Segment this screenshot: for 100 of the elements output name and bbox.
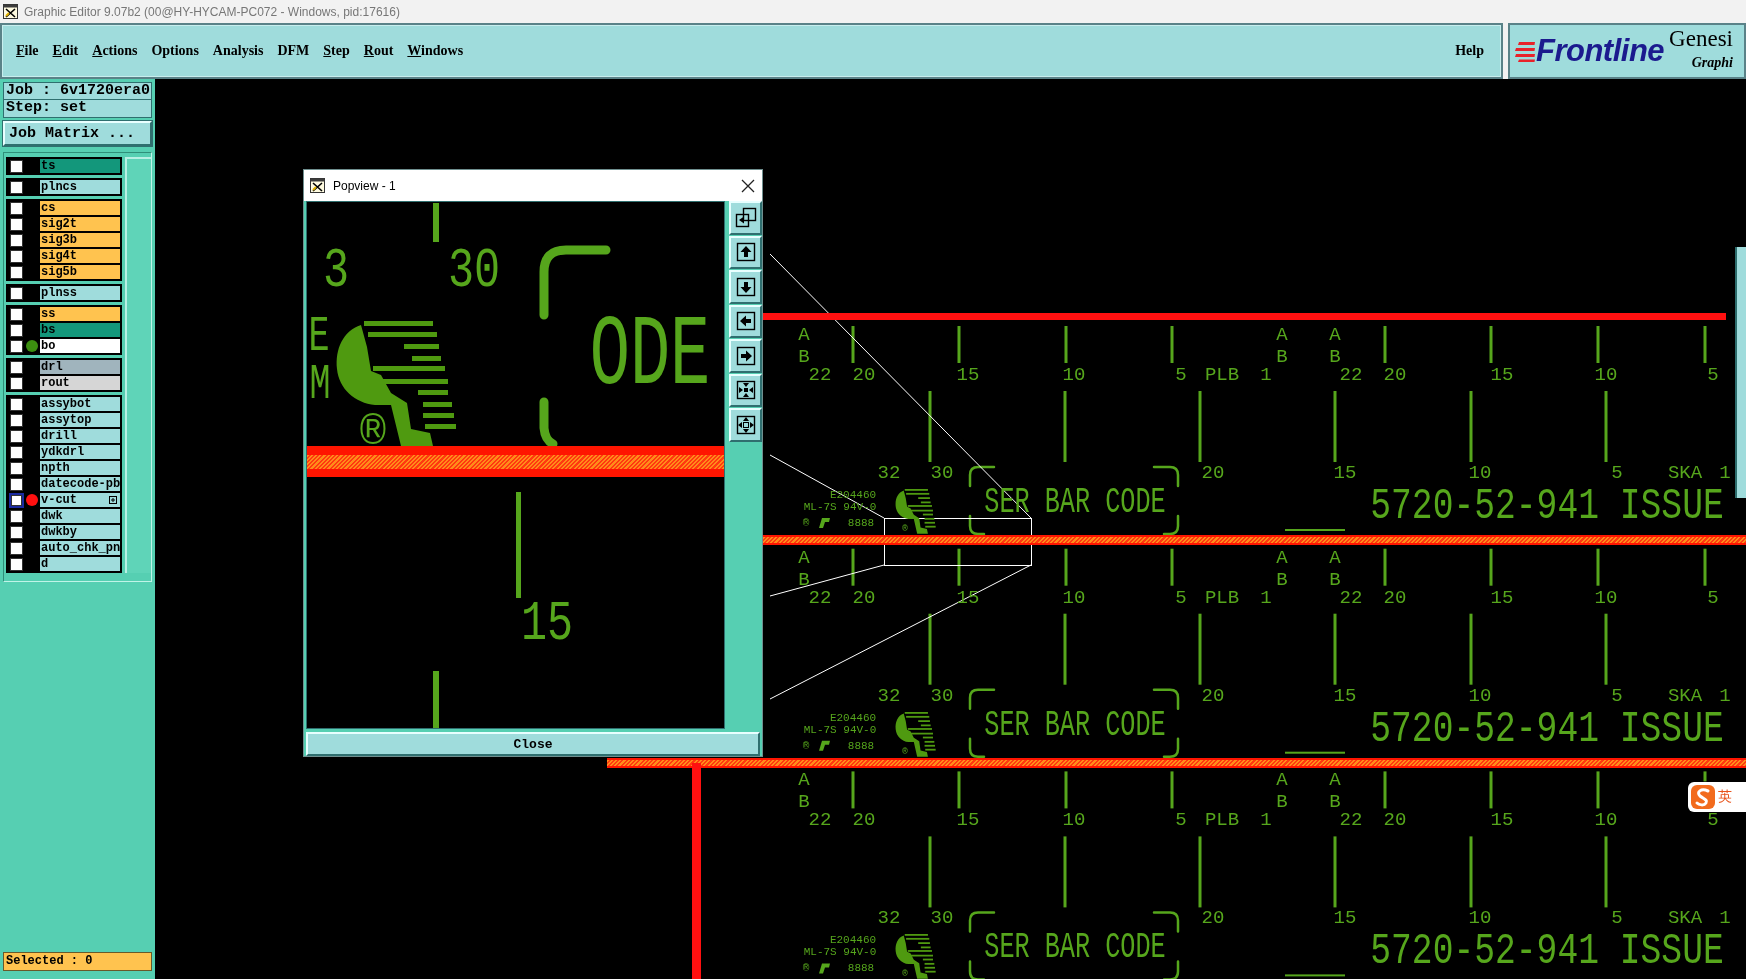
layer-checkbox[interactable] bbox=[9, 525, 23, 539]
layer-checkbox[interactable] bbox=[9, 307, 23, 321]
layer-item[interactable]: d bbox=[40, 557, 121, 571]
layer-checkbox[interactable] bbox=[9, 201, 23, 215]
scale-label: PLB bbox=[1204, 813, 1240, 828]
layer-checkbox[interactable] bbox=[9, 445, 23, 459]
layer-checkbox[interactable] bbox=[9, 159, 23, 173]
marking-text: ML-7S 94V-0 bbox=[803, 948, 877, 957]
scale-label: 30 bbox=[930, 911, 954, 926]
close-button[interactable] bbox=[740, 177, 756, 194]
striped-emblem-icon bbox=[895, 934, 936, 979]
scale-tick bbox=[957, 548, 961, 586]
brand-logo: Frontline bbox=[1536, 33, 1665, 69]
layer-item[interactable]: sig5b bbox=[40, 265, 121, 279]
layer-checkbox[interactable] bbox=[9, 397, 23, 411]
layer-item[interactable]: v-cut bbox=[40, 493, 121, 507]
layer-item[interactable]: sig3b bbox=[40, 233, 121, 247]
layer-checkbox[interactable] bbox=[9, 265, 23, 279]
layer-item[interactable]: dwk bbox=[40, 509, 121, 523]
menu-item[interactable]: Windows bbox=[400, 41, 471, 61]
layer-checkbox[interactable] bbox=[9, 217, 23, 231]
tool-button[interactable] bbox=[729, 270, 762, 304]
scrollbar-track[interactable] bbox=[125, 157, 151, 573]
menu-item[interactable]: Step bbox=[316, 41, 357, 61]
layer-item[interactable]: sig4t bbox=[40, 249, 121, 263]
plus-square-icon[interactable] bbox=[109, 496, 118, 504]
layer-item[interactable]: ydkdrl bbox=[40, 445, 121, 459]
tool-button[interactable] bbox=[729, 408, 762, 442]
layer-item[interactable]: bs bbox=[40, 323, 121, 337]
scale-label: 1 bbox=[1719, 688, 1731, 703]
menu-item[interactable]: Options bbox=[144, 41, 206, 61]
layer-checkbox[interactable] bbox=[9, 233, 23, 247]
small-logo-icon bbox=[819, 518, 830, 528]
menu-item[interactable]: DFM bbox=[270, 41, 317, 61]
scale-label: 15 bbox=[1490, 367, 1514, 383]
menu-item[interactable]: Analysis bbox=[205, 41, 271, 61]
scale-tick bbox=[1170, 548, 1174, 586]
layer-item[interactable]: datecode-pb bbox=[40, 477, 121, 491]
layer-item[interactable]: rout bbox=[40, 376, 121, 390]
close-button[interactable]: Close bbox=[306, 732, 760, 756]
scale-label: 5 bbox=[1175, 367, 1187, 383]
layer-checkbox[interactable] bbox=[9, 376, 23, 390]
layer-checkbox[interactable] bbox=[9, 477, 23, 491]
menu-item[interactable]: Rout bbox=[356, 41, 401, 61]
tool-button[interactable] bbox=[729, 235, 762, 269]
tool-button[interactable] bbox=[729, 339, 762, 373]
scale-label: 30 bbox=[930, 688, 954, 703]
ime-status-pill[interactable]: 英 bbox=[1688, 782, 1746, 812]
layer-item[interactable]: cs bbox=[40, 201, 121, 215]
layer-item[interactable]: assytop bbox=[40, 413, 121, 427]
scale-label: 32 bbox=[877, 911, 901, 926]
scale-label: 1 bbox=[1260, 367, 1272, 383]
scale-label: 22 bbox=[808, 367, 832, 383]
menu-item[interactable]: Edit bbox=[45, 41, 86, 61]
layer-checkbox[interactable] bbox=[9, 461, 23, 475]
scale-label: 20 bbox=[1383, 590, 1407, 605]
scale-label: 20 bbox=[1383, 813, 1407, 828]
layer-checkbox[interactable] bbox=[9, 286, 23, 300]
layer-checkbox[interactable] bbox=[9, 429, 23, 443]
scale-tick bbox=[928, 391, 932, 462]
scale-label: 15 bbox=[520, 604, 574, 646]
menu-item[interactable]: File bbox=[9, 41, 46, 61]
layer-item[interactable]: sig2t bbox=[40, 217, 121, 231]
layer-checkbox[interactable] bbox=[9, 180, 23, 194]
layer-item[interactable]: ss bbox=[40, 307, 121, 321]
tool-button[interactable] bbox=[729, 304, 762, 338]
layer-checkbox[interactable] bbox=[9, 413, 23, 427]
layer-item[interactable]: ts bbox=[40, 159, 121, 173]
layer-checkbox[interactable] bbox=[9, 323, 23, 337]
tool-button[interactable] bbox=[729, 373, 762, 407]
job-matrix-button[interactable]: Job Matrix ... bbox=[3, 121, 152, 146]
layer-item[interactable]: drl bbox=[40, 360, 121, 374]
layer-checkbox[interactable] bbox=[9, 339, 23, 353]
layer-item[interactable]: dwkby bbox=[40, 525, 121, 539]
marking-letter: B bbox=[1329, 572, 1341, 587]
scale-label: 15 bbox=[1333, 911, 1357, 926]
layer-checkbox[interactable] bbox=[9, 360, 23, 374]
layer-checkbox[interactable] bbox=[9, 541, 23, 555]
layer-item[interactable]: npth bbox=[40, 461, 121, 475]
layer-checkbox[interactable] bbox=[9, 557, 23, 571]
marking-letter: A bbox=[1329, 773, 1341, 788]
scale-tick bbox=[1064, 326, 1068, 363]
scale-label: 10 bbox=[1594, 813, 1618, 828]
layer-item[interactable]: assybot bbox=[40, 397, 121, 411]
layer-item[interactable]: bo bbox=[40, 339, 121, 353]
marking-letter: B bbox=[1329, 349, 1341, 365]
marking-text: E204460 bbox=[829, 936, 877, 945]
tool-button[interactable] bbox=[729, 201, 762, 235]
marking-letter: B bbox=[798, 572, 810, 587]
menu-item[interactable]: Help bbox=[1448, 41, 1491, 61]
layer-item[interactable]: auto_chk_pn bbox=[40, 541, 121, 555]
layer-item[interactable]: drill bbox=[40, 429, 121, 443]
scale-tick bbox=[1198, 613, 1202, 685]
menu-item[interactable]: Actions bbox=[85, 41, 145, 61]
layer-checkbox[interactable] bbox=[9, 249, 23, 263]
layer-item[interactable]: plnss bbox=[40, 286, 121, 300]
layer-checkbox[interactable] bbox=[9, 509, 23, 523]
layer-item[interactable]: plncs bbox=[40, 180, 121, 194]
scale-tick bbox=[1063, 836, 1067, 908]
bracket-corner bbox=[539, 397, 558, 449]
